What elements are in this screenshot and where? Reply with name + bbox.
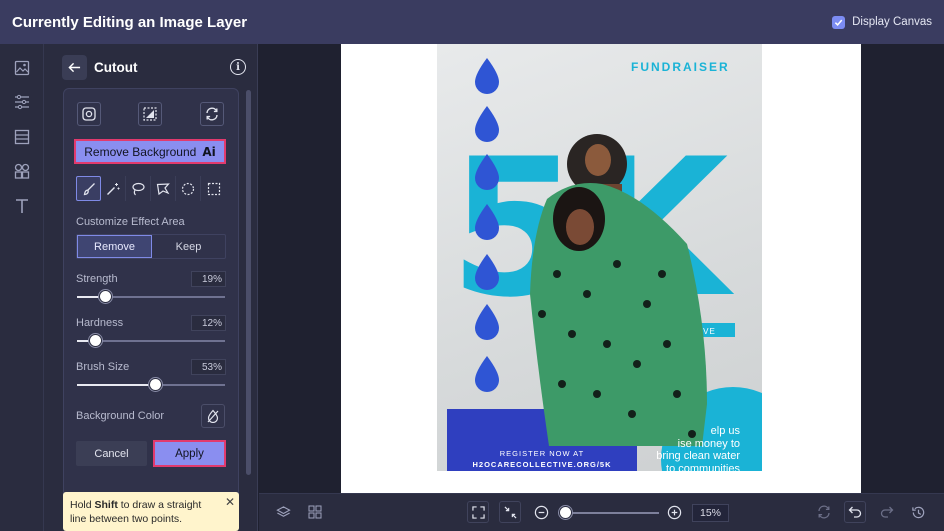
brush-size-slider[interactable] [77,378,225,391]
square-frame-icon [82,107,96,121]
editor-title: Currently Editing an Image Layer [12,13,248,31]
panel-scrollbar[interactable] [246,90,251,475]
strength-value[interactable]: 19% [191,271,226,287]
shrink-to-fit-icon[interactable] [499,501,521,523]
invert-selection-button[interactable] [138,102,162,126]
background-color-button[interactable] [201,404,225,428]
text-icon[interactable] [12,196,32,216]
selection-tools [76,176,226,202]
polygon-lasso-tool-button[interactable] [151,176,176,201]
effect-area-toggle: Remove Keep [76,234,226,259]
display-canvas-toggle[interactable]: Display Canvas [832,15,932,29]
layout-icon[interactable] [12,127,32,147]
register-line1: REGISTER NOW AT [500,449,584,458]
top-bar: Currently Editing an Image Layer Display… [0,0,944,44]
brush-icon [83,182,95,195]
shift-tip: Hold Shift to draw a straight line betwe… [63,492,239,531]
circle-line1: elp us [710,425,740,437]
checkbox-checked-icon[interactable] [832,15,846,29]
elements-icon[interactable] [12,161,32,181]
zoom-level[interactable]: 15% [692,504,729,522]
fit-to-screen-icon[interactable] [467,501,489,523]
instagram-cutout-button[interactable] [77,102,101,126]
zoom-slider-handle[interactable] [559,506,572,519]
poster-artwork: 5K LLECTIVE REGISTER NOW AT H2OCARECOLLE… [447,58,762,471]
water-drops [475,58,499,392]
history-icon[interactable] [907,501,929,523]
circle-line4: to communities [666,462,740,475]
register-line2: H2OCARECOLLECTIVE.ORG/5K [472,460,611,469]
panel-title: Cutout [94,59,138,75]
lasso-icon [132,182,145,195]
tool-rail [0,44,44,531]
tip-prefix: Hold [70,499,95,511]
strength-label: Strength [76,273,118,285]
image-icon[interactable] [12,58,32,78]
close-icon[interactable]: ✕ [225,495,235,509]
remove-background-button[interactable]: Remove Background Ai [74,139,226,164]
zoom-out-icon[interactable] [530,501,552,523]
hardness-slider-handle[interactable] [88,334,102,347]
no-color-icon [207,409,219,423]
display-canvas-label: Display Canvas [852,16,932,28]
background-color-label: Background Color [76,410,165,422]
ai-badge: Ai [202,144,216,159]
zoom-in-icon[interactable] [663,501,685,523]
tip-key: Shift [94,499,118,511]
cancel-button[interactable]: Cancel [76,441,147,466]
rotate-icon[interactable] [813,501,835,523]
lasso-tool-button[interactable] [126,176,151,201]
info-icon[interactable]: i [230,59,246,75]
circle-line2: ise money to [677,437,740,450]
brush-size-value[interactable]: 53% [191,359,226,375]
layers-icon[interactable] [272,501,294,523]
redo-icon[interactable] [876,501,898,523]
fundraiser-heading: FUNDRAISER [631,60,730,74]
arrow-left-icon [68,62,81,72]
remove-mode-button[interactable]: Remove [77,235,152,258]
brush-tool-button[interactable] [76,176,101,201]
reset-cutout-button[interactable] [200,102,224,126]
magic-wand-tool-button[interactable] [101,176,126,201]
brush-size-label: Brush Size [76,361,130,373]
strength-slider[interactable] [77,290,225,303]
hardness-label: Hardness [76,317,124,329]
panel-header: Cutout i [62,54,246,80]
rect-select-icon [207,182,220,195]
polygon-lasso-icon [156,182,170,195]
refresh-icon [206,107,218,121]
adjustments-icon[interactable] [12,92,32,112]
zoom-slider[interactable] [559,512,659,514]
ellipse-select-tool-button[interactable] [176,176,201,201]
circle-copy: elp us ise money to bring clean water to… [654,425,740,488]
magic-wand-icon [107,182,120,195]
grid-icon[interactable] [304,501,326,523]
hardness-value[interactable]: 12% [191,315,226,331]
customize-effect-label: Customize Effect Area [76,216,185,228]
apply-button[interactable]: Apply [153,440,226,467]
ellipse-select-icon [181,182,195,195]
remove-background-label: Remove Background [84,144,197,159]
poster-image[interactable]: 5K LLECTIVE REGISTER NOW AT H2OCARECOLLE… [437,44,762,471]
circle-line3: bring clean water [656,450,740,462]
rect-select-tool-button[interactable] [201,176,226,201]
invert-icon [143,107,157,121]
circle-line5: that need it. [682,475,741,487]
back-button[interactable] [62,54,87,80]
undo-icon[interactable] [844,501,866,523]
hardness-slider[interactable] [77,334,225,347]
keep-mode-button[interactable]: Keep [152,235,225,258]
